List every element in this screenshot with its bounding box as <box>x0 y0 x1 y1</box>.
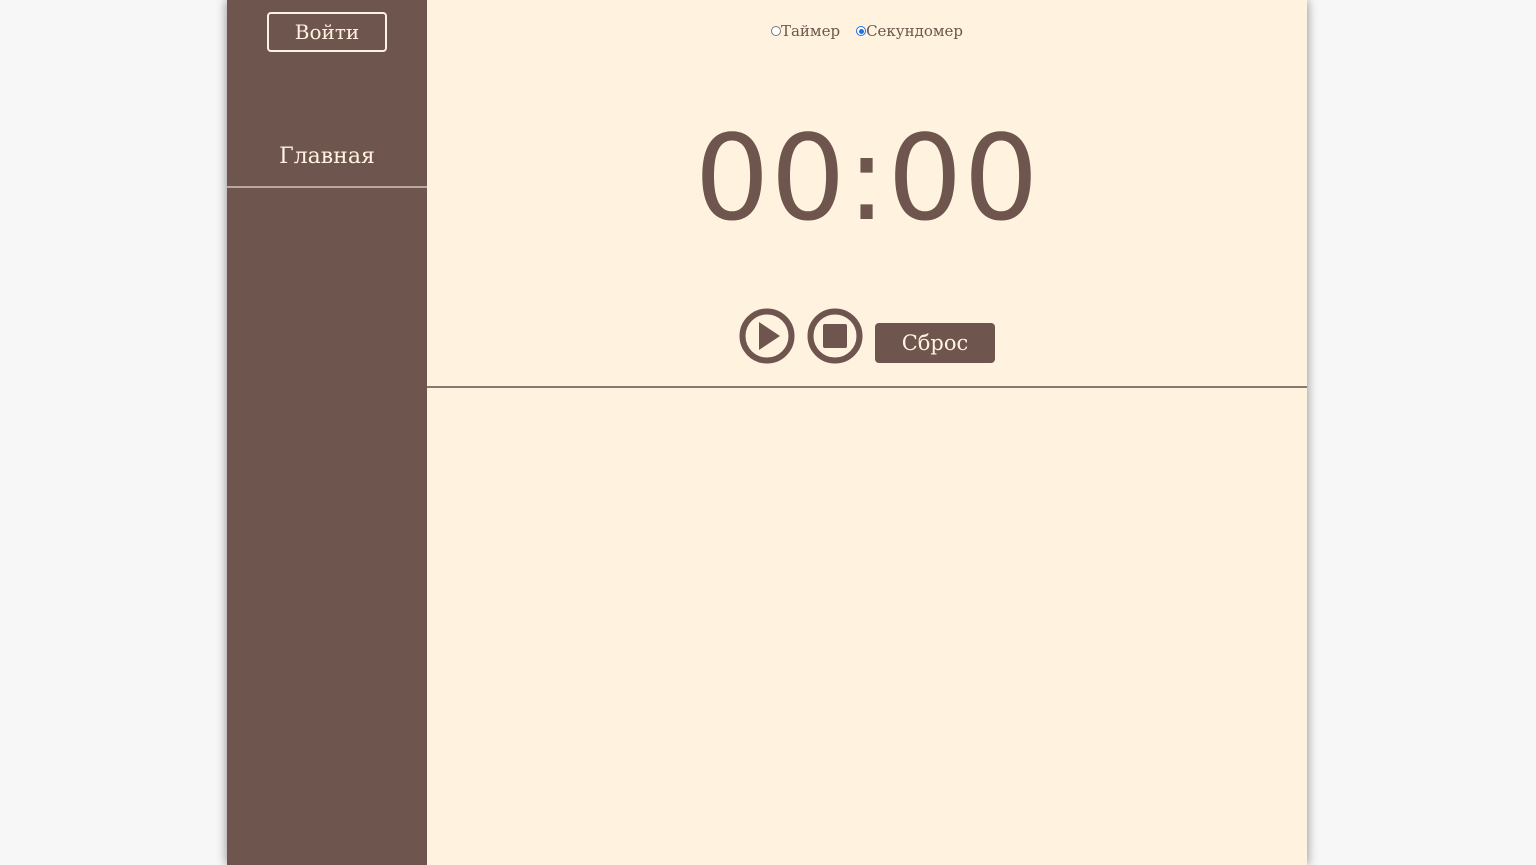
stopwatch-label: Секундомер <box>866 22 964 40</box>
mode-switch: Таймер Секундомер <box>427 22 1307 40</box>
play-icon[interactable] <box>739 308 795 364</box>
login-button[interactable]: Войти <box>267 12 387 52</box>
reset-button[interactable]: Сброс <box>875 323 995 363</box>
stop-icon[interactable] <box>807 308 863 364</box>
timer-label: Таймер <box>780 22 841 40</box>
mode-option-timer[interactable]: Таймер <box>770 22 841 40</box>
app-window: Войти Главная Таймер Секундомер 00:00 Сб… <box>227 0 1307 865</box>
time-display: 00:00 <box>694 109 1040 247</box>
sidebar: Войти Главная <box>227 0 427 865</box>
timer-radio[interactable] <box>770 26 781 36</box>
sidebar-item-home[interactable]: Главная <box>227 128 427 188</box>
main-content: Таймер Секундомер 00:00 Сброс <box>427 0 1307 865</box>
stopwatch-radio[interactable] <box>856 26 867 36</box>
controls: Сброс <box>427 308 1307 364</box>
section-divider <box>427 386 1307 388</box>
mode-option-stopwatch[interactable]: Секундомер <box>856 22 963 40</box>
